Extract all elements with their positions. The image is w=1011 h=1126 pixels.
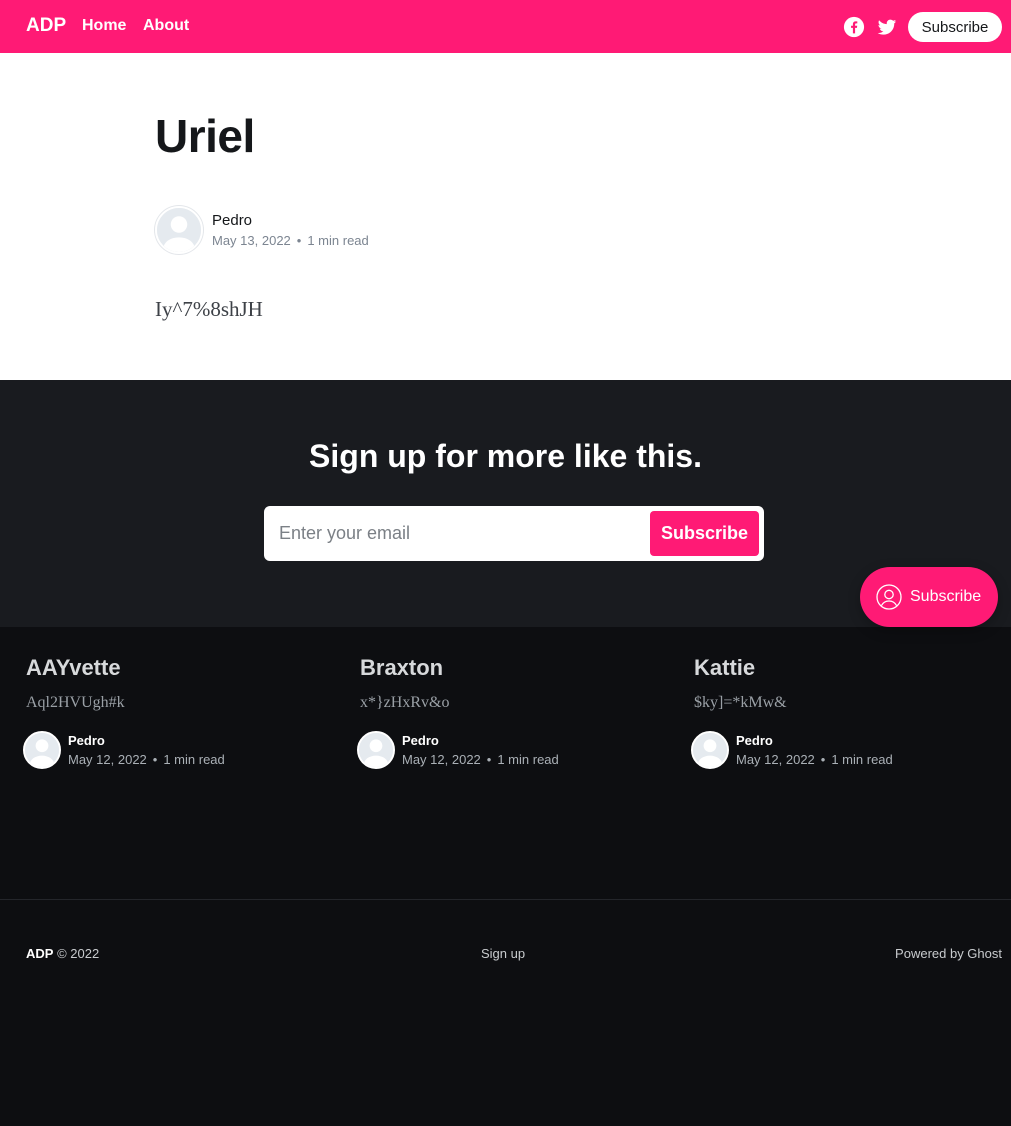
article-content: Iy^7%8shJH: [155, 297, 263, 321]
post-card-meta: May 12, 2022 • 1 min read: [68, 752, 225, 767]
site-footer: ADP © 2022 Sign up Powered by Ghost: [0, 900, 1011, 1126]
post-card-avatar[interactable]: [23, 731, 61, 769]
post-card-avatar[interactable]: [357, 731, 395, 769]
article-read-time: 1 min read: [307, 233, 369, 248]
post-card-meta: May 12, 2022 • 1 min read: [736, 752, 893, 767]
nav-about-link[interactable]: About: [143, 17, 189, 35]
article: Uriel Pedro May 13, 2022 • 1 min read Iy^7…: [0, 53, 1011, 380]
related-posts: AAYvette Aql2HVUgh#k Pedro May 12, 2022 •…: [0, 627, 1011, 899]
post-card-read-time: 1 min read: [831, 752, 893, 767]
article-title: Uriel: [155, 110, 255, 162]
meta-separator: •: [296, 233, 302, 248]
signup-submit-button[interactable]: Subscribe: [650, 511, 759, 556]
post-card-date: May 12, 2022: [736, 752, 815, 767]
post-card-author[interactable]: Pedro: [402, 733, 439, 748]
article-date: May 13, 2022: [212, 233, 291, 248]
post-card-title[interactable]: Braxton: [360, 655, 443, 681]
post-card-title[interactable]: AAYvette: [26, 655, 121, 681]
author-name[interactable]: Pedro: [212, 212, 252, 229]
post-card-date: May 12, 2022: [68, 752, 147, 767]
signup-heading: Sign up for more like this.: [309, 438, 702, 474]
post-card-author[interactable]: Pedro: [68, 733, 105, 748]
meta-separator: •: [486, 752, 492, 767]
facebook-icon[interactable]: [843, 16, 865, 38]
site-header: ADP Home About Subscribe: [0, 0, 1011, 53]
post-card-excerpt: $ky]=*kMw&: [694, 694, 787, 711]
signup-form: Subscribe: [264, 506, 764, 561]
user-icon: [25, 733, 59, 767]
footer-copyright: ADP © 2022: [26, 946, 99, 961]
signup-section: Sign up for more like this. Subscribe: [0, 380, 1011, 627]
meta-separator: •: [820, 752, 826, 767]
post-card-excerpt: x*}zHxRv&o: [360, 694, 450, 711]
user-icon: [359, 733, 393, 767]
nav-home-link[interactable]: Home: [82, 17, 126, 35]
footer-brand[interactable]: ADP: [26, 946, 53, 961]
meta-separator: •: [152, 752, 158, 767]
header-subscribe-button[interactable]: Subscribe: [908, 12, 1002, 42]
email-input[interactable]: [270, 512, 650, 555]
post-card-excerpt: Aql2HVUgh#k: [26, 694, 125, 711]
post-card-author[interactable]: Pedro: [736, 733, 773, 748]
article-meta: May 13, 2022 • 1 min read: [212, 233, 369, 248]
site-logo[interactable]: ADP: [26, 15, 66, 37]
powered-by-ghost-link[interactable]: Powered by Ghost: [895, 946, 1002, 961]
user-icon: [693, 733, 727, 767]
author-avatar[interactable]: [155, 206, 203, 254]
footer-copyright-text: © 2022: [57, 946, 100, 961]
post-card-date: May 12, 2022: [402, 752, 481, 767]
post-card-read-time: 1 min read: [163, 752, 225, 767]
twitter-icon[interactable]: [876, 16, 898, 38]
post-card-meta: May 12, 2022 • 1 min read: [402, 752, 559, 767]
user-circle-icon: [876, 584, 902, 610]
post-card-title[interactable]: Kattie: [694, 655, 755, 681]
post-card-read-time: 1 min read: [497, 752, 559, 767]
floating-subscribe-label: Subscribe: [910, 588, 982, 605]
user-icon: [157, 208, 201, 252]
post-card-avatar[interactable]: [691, 731, 729, 769]
footer-signup-link[interactable]: Sign up: [481, 946, 525, 961]
floating-subscribe-button[interactable]: Subscribe: [860, 567, 998, 627]
